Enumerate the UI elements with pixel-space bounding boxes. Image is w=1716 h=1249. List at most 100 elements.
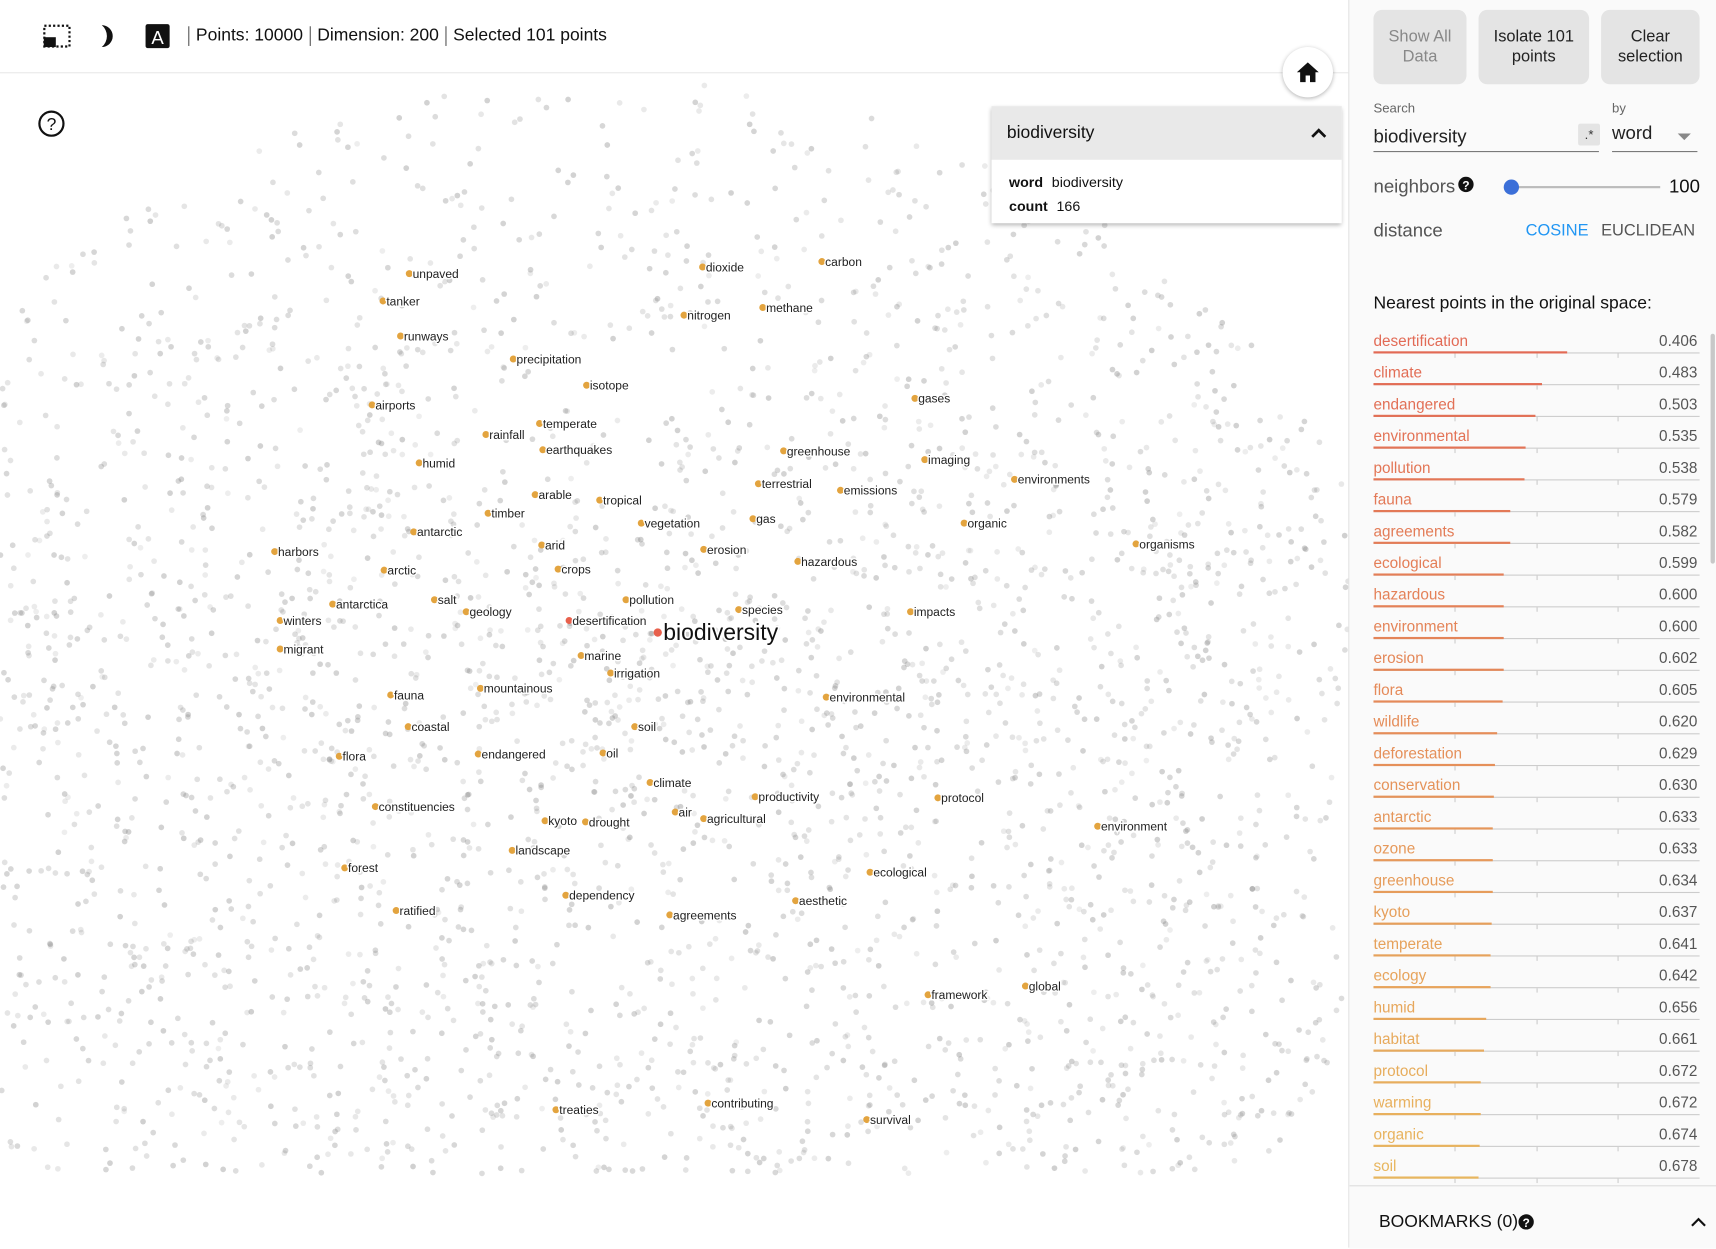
data-point[interactable] [598, 244, 604, 251]
data-point[interactable] [118, 1010, 125, 1017]
data-point[interactable] [1191, 990, 1198, 996]
data-point[interactable] [1130, 315, 1137, 322]
data-point[interactable] [1109, 366, 1116, 373]
data-point[interactable] [978, 839, 985, 846]
data-point[interactable] [872, 778, 878, 785]
data-point[interactable] [1254, 792, 1261, 798]
data-point[interactable] [403, 165, 410, 171]
search-input[interactable] [1373, 122, 1599, 153]
data-point[interactable] [1230, 549, 1237, 556]
data-point[interactable] [1266, 1148, 1272, 1154]
data-point[interactable] [629, 1168, 636, 1174]
data-point[interactable] [195, 399, 202, 406]
data-point[interactable] [1237, 680, 1244, 687]
data-point[interactable] [645, 1064, 652, 1071]
data-point[interactable] [1280, 911, 1287, 918]
data-point[interactable] [744, 691, 751, 698]
data-point[interactable] [285, 945, 292, 952]
data-point[interactable] [1005, 1141, 1012, 1148]
data-point[interactable] [1157, 944, 1163, 950]
data-point[interactable] [1321, 539, 1327, 545]
data-point[interactable] [760, 1155, 767, 1162]
data-point[interactable] [773, 931, 779, 938]
data-point[interactable] [1240, 627, 1247, 634]
data-point[interactable] [825, 167, 832, 174]
data-point[interactable] [291, 1061, 298, 1068]
data-point[interactable] [36, 537, 43, 544]
data-point[interactable] [1221, 1049, 1228, 1056]
data-point[interactable] [1248, 342, 1255, 349]
data-point[interactable] [971, 1103, 978, 1109]
data-point[interactable] [74, 636, 81, 642]
data-point[interactable] [726, 662, 733, 669]
data-point[interactable] [1107, 487, 1114, 493]
data-point[interactable] [1101, 445, 1108, 452]
data-point[interactable] [683, 477, 690, 484]
data-point[interactable] [1214, 550, 1221, 557]
data-point[interactable] [1206, 1139, 1213, 1146]
data-point[interactable] [1, 446, 8, 453]
data-point[interactable] [807, 965, 814, 971]
data-point[interactable] [1308, 564, 1315, 570]
data-point[interactable] [432, 113, 439, 120]
data-point[interactable] [79, 868, 86, 875]
data-point[interactable] [937, 641, 943, 648]
data-point[interactable] [102, 1146, 109, 1153]
data-point[interactable] [660, 861, 666, 868]
data-point[interactable] [247, 786, 253, 793]
data-point[interactable] [451, 1142, 458, 1148]
data-point[interactable] [1285, 526, 1292, 532]
data-point[interactable] [316, 243, 322, 250]
data-point[interactable] [511, 119, 518, 126]
data-point[interactable] [382, 641, 389, 648]
data-point[interactable] [401, 532, 408, 539]
data-point[interactable] [604, 1089, 611, 1096]
data-point[interactable] [1015, 912, 1022, 919]
data-point[interactable] [292, 1123, 299, 1129]
data-point[interactable] [1191, 476, 1198, 483]
data-point[interactable] [648, 1057, 655, 1064]
data-point[interactable] [263, 638, 269, 645]
data-point[interactable] [481, 703, 488, 710]
data-point[interactable] [265, 812, 272, 819]
data-point[interactable] [1057, 802, 1063, 808]
data-point[interactable] [1296, 649, 1303, 655]
data-point[interactable] [860, 359, 867, 366]
data-point[interactable] [972, 574, 978, 581]
data-point[interactable] [831, 858, 838, 865]
data-point[interactable] [460, 778, 466, 785]
data-point[interactable] [1189, 844, 1196, 851]
data-point[interactable] [222, 465, 229, 472]
data-point[interactable] [192, 808, 199, 814]
data-point[interactable] [1285, 697, 1292, 703]
data-point[interactable] [669, 198, 676, 204]
data-point[interactable] [1004, 844, 1010, 851]
data-point[interactable] [658, 583, 664, 590]
data-point[interactable] [95, 1014, 101, 1020]
data-point[interactable] [248, 271, 255, 277]
data-point[interactable] [956, 1100, 963, 1107]
data-point[interactable] [935, 553, 942, 560]
data-point[interactable] [946, 346, 953, 353]
data-point[interactable] [1249, 716, 1255, 722]
data-point[interactable] [64, 579, 70, 586]
data-point[interactable] [1109, 698, 1116, 705]
data-point[interactable] [957, 321, 964, 328]
data-point[interactable] [1139, 1060, 1146, 1067]
data-point[interactable] [54, 455, 60, 461]
data-point[interactable] [299, 870, 306, 877]
data-point[interactable] [885, 189, 892, 196]
data-point[interactable] [1081, 716, 1088, 723]
data-point[interactable] [692, 1089, 699, 1095]
data-point[interactable] [809, 726, 815, 733]
data-point[interactable] [360, 795, 367, 802]
data-point[interactable] [890, 532, 897, 539]
data-point[interactable] [957, 1055, 964, 1062]
data-point[interactable] [31, 603, 38, 610]
data-point[interactable] [328, 745, 335, 752]
data-point[interactable] [266, 347, 273, 353]
data-point[interactable] [782, 1085, 789, 1092]
data-point[interactable] [899, 1101, 906, 1108]
data-point[interactable] [1035, 908, 1041, 914]
data-point[interactable] [1091, 989, 1097, 996]
